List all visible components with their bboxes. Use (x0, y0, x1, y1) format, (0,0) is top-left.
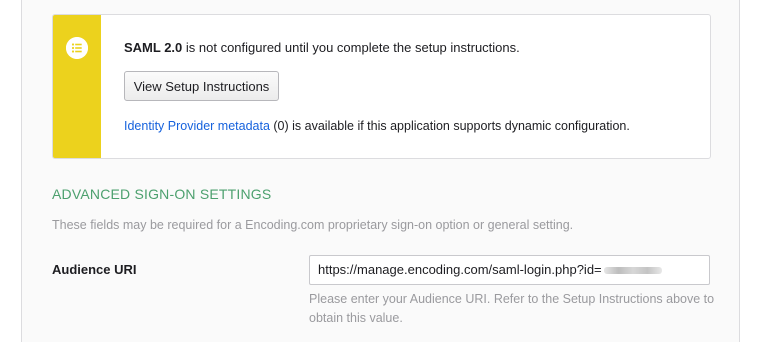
view-setup-instructions-button[interactable]: View Setup Instructions (124, 71, 279, 101)
advanced-settings-description: These fields may be required for a Encod… (52, 218, 574, 232)
redacted-id (603, 267, 662, 275)
notice-bar (53, 15, 101, 158)
settings-panel: SAML 2.0 is not configured until you com… (21, 0, 740, 342)
audience-uri-label: Audience URI (52, 262, 137, 277)
saml-status-message: SAML 2.0 is not configured until you com… (124, 40, 520, 55)
list-icon (66, 37, 88, 59)
audience-uri-input[interactable]: https://manage.encoding.com/saml-login.p… (309, 255, 710, 285)
metadata-note: Identity Provider metadata (0) is availa… (124, 119, 630, 133)
metadata-note-text: (0) is available if this application sup… (269, 119, 630, 133)
saml-protocol-label: SAML 2.0 (124, 40, 183, 55)
advanced-settings-heading: ADVANCED SIGN-ON SETTINGS (52, 186, 272, 202)
saml-status-text: is not configured until you complete the… (182, 40, 520, 55)
idp-metadata-link[interactable]: Identity Provider metadata (124, 119, 270, 133)
audience-uri-help: Please enter your Audience URI. Refer to… (309, 292, 715, 325)
saml-notice-box: SAML 2.0 is not configured until you com… (52, 14, 711, 159)
audience-uri-value: https://manage.encoding.com/saml-login.p… (318, 262, 602, 277)
